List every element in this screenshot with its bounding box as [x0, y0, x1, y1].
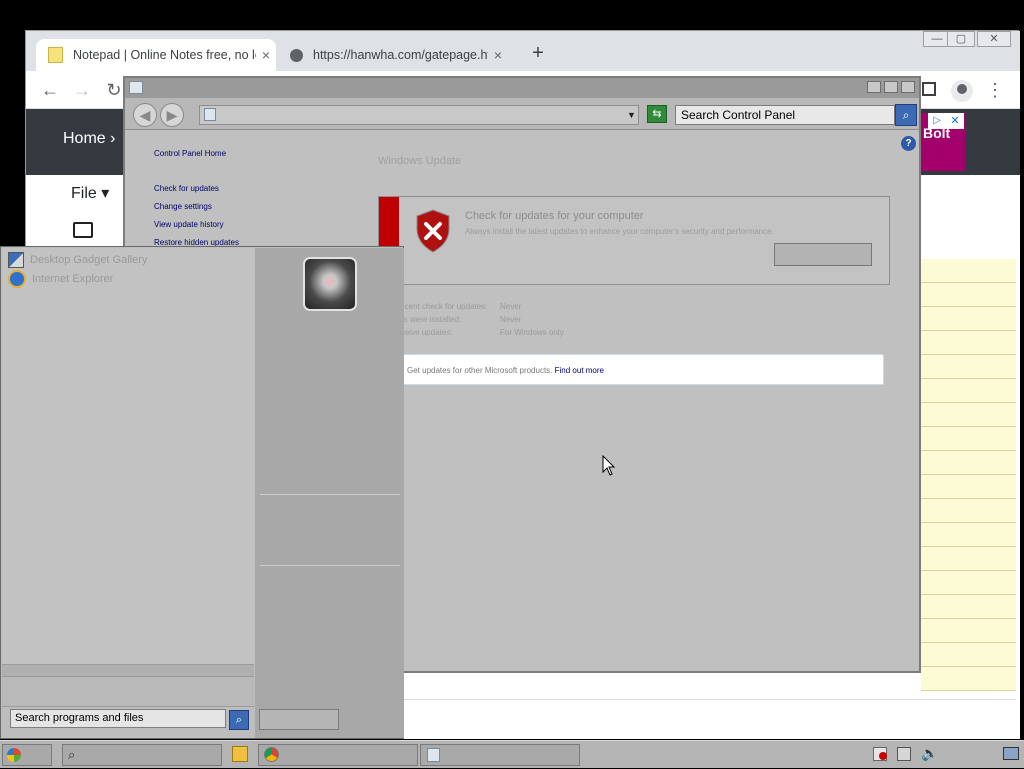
- back-button[interactable]: ←: [39, 79, 61, 101]
- update-status-panel: Check for updates for your computer Alwa…: [378, 196, 890, 285]
- media-player-icon[interactable]: [232, 746, 248, 762]
- info-value: For Windows only.: [500, 328, 566, 337]
- page-title: Windows Update: [378, 155, 462, 167]
- refresh-button[interactable]: ⇆: [647, 105, 667, 123]
- mouse-cursor-icon: [602, 455, 616, 476]
- new-tab-button[interactable]: +: [526, 41, 550, 65]
- check-updates-button[interactable]: [774, 243, 872, 266]
- info-value: Never: [500, 302, 522, 311]
- sidebar-link-home[interactable]: Control Panel Home: [154, 149, 226, 158]
- start-button[interactable]: [2, 744, 52, 766]
- start-menu-right-pane: [255, 248, 404, 738]
- network-icon[interactable]: [897, 747, 911, 761]
- tab-close-icon[interactable]: ×: [488, 47, 508, 63]
- magnifier-icon: ⌕: [68, 747, 76, 762]
- notepad-text-area[interactable]: [921, 259, 1016, 691]
- info-value: Never: [500, 315, 522, 324]
- control-panel-icon: [204, 108, 216, 121]
- tab-strip: Notepad | Online Notes free, no log × ht…: [26, 31, 1020, 71]
- find-out-more-link[interactable]: Find out more: [555, 366, 604, 375]
- tab-hanwha[interactable]: https://hanwha.com/gatepage.html ×: [278, 39, 508, 71]
- address-dropdown-icon[interactable]: ▼: [627, 105, 639, 125]
- windows-logo-icon: [7, 748, 21, 762]
- reload-button[interactable]: ↻: [103, 79, 125, 101]
- control-panel-titlebar[interactable]: [125, 78, 919, 98]
- address-field[interactable]: [199, 105, 639, 125]
- cp-search-input[interactable]: Search Control Panel: [675, 105, 895, 125]
- notepad-favicon-icon: [48, 47, 63, 63]
- globe-icon: [290, 48, 303, 62]
- all-programs-button[interactable]: [2, 677, 254, 707]
- status-title: Check for updates for your computer: [465, 210, 644, 222]
- info-bar: Get updates for other Microsoft products…: [378, 354, 884, 385]
- divider: [260, 494, 400, 495]
- shutdown-button[interactable]: [259, 709, 339, 730]
- folder-icon[interactable]: [73, 222, 93, 238]
- divider: [260, 565, 400, 566]
- ad-close-icon[interactable]: ✕: [946, 113, 964, 129]
- help-icon[interactable]: ?: [901, 136, 916, 151]
- search-icon[interactable]: ⌕: [229, 710, 249, 730]
- start-menu-programs: Desktop Gadget Gallery Internet Explorer: [2, 248, 254, 664]
- info-bar-text: Get updates for other Microsoft products…: [407, 366, 553, 375]
- program-label: Desktop Gadget Gallery: [30, 254, 148, 266]
- sidebar-link-change-settings[interactable]: Change settings: [154, 202, 212, 211]
- profile-avatar-icon[interactable]: [951, 80, 973, 102]
- nav-home-link[interactable]: Home ›: [63, 130, 115, 148]
- browser-menu-button[interactable]: ⋮: [985, 79, 1005, 101]
- show-desktop-icon[interactable]: [1003, 747, 1019, 760]
- start-search-input[interactable]: Search programs and files: [10, 709, 226, 728]
- chrome-icon: [264, 747, 279, 762]
- cp-back-button[interactable]: ◀: [133, 103, 157, 127]
- ad-info-icon[interactable]: ▷: [928, 113, 946, 129]
- cp-close-button[interactable]: [901, 81, 915, 93]
- user-picture-icon[interactable]: [303, 257, 357, 311]
- program-item-gadget-gallery[interactable]: Desktop Gadget Gallery: [8, 252, 147, 268]
- taskbar-search-button[interactable]: ⌕: [62, 744, 222, 766]
- control-panel-icon: [129, 81, 143, 94]
- system-tray: 🔈: [865, 741, 1024, 769]
- close-window-button[interactable]: ✕: [977, 31, 1011, 47]
- tab-title: Notepad | Online Notes free, no log: [73, 48, 256, 62]
- taskbar-chrome-button[interactable]: [258, 744, 418, 766]
- forward-button[interactable]: →: [71, 79, 93, 101]
- restore-button[interactable]: ▢: [947, 31, 975, 47]
- control-panel-addressbar: ◀ ▶ ▼ ⇆ Search Control Panel ⌕: [125, 98, 919, 130]
- sidebar-link-check-updates[interactable]: Check for updates: [154, 184, 219, 193]
- info-row: Updates were installed: Never: [378, 315, 778, 324]
- notepad-footer: [401, 699, 1016, 731]
- tab-notepad[interactable]: Notepad | Online Notes free, no log ×: [36, 39, 276, 71]
- volume-icon[interactable]: 🔈: [921, 745, 938, 762]
- info-row: You receive updates: For Windows only.: [378, 328, 778, 337]
- taskbar-control-panel-button[interactable]: [420, 744, 580, 766]
- action-center-flag-icon[interactable]: [873, 747, 887, 761]
- tab-close-icon[interactable]: ×: [256, 47, 276, 63]
- ie-icon: [8, 270, 26, 288]
- start-menu: Desktop Gadget Gallery Internet Explorer…: [0, 246, 404, 739]
- program-item-internet-explorer[interactable]: Internet Explorer: [8, 270, 113, 288]
- shield-error-icon: [416, 209, 450, 253]
- cp-minimize-button[interactable]: [867, 81, 881, 93]
- control-panel-icon: [427, 748, 440, 762]
- sidepanel-icon[interactable]: [922, 82, 936, 96]
- taskbar: ⌕ 🔈: [0, 740, 1024, 768]
- status-subtitle: Always install the latest updates to enh…: [465, 227, 774, 236]
- divider: [2, 664, 254, 677]
- file-menu[interactable]: File ▾: [71, 183, 109, 203]
- info-row: Most recent check for updates: Never: [378, 302, 778, 311]
- gadget-icon: [8, 252, 24, 268]
- cp-maximize-button[interactable]: [884, 81, 898, 93]
- sidebar-link-update-history[interactable]: View update history: [154, 220, 224, 229]
- tab-title: https://hanwha.com/gatepage.html: [313, 48, 488, 62]
- search-icon[interactable]: ⌕: [895, 104, 917, 126]
- cp-forward-button[interactable]: ▶: [160, 103, 184, 127]
- program-label: Internet Explorer: [32, 273, 114, 285]
